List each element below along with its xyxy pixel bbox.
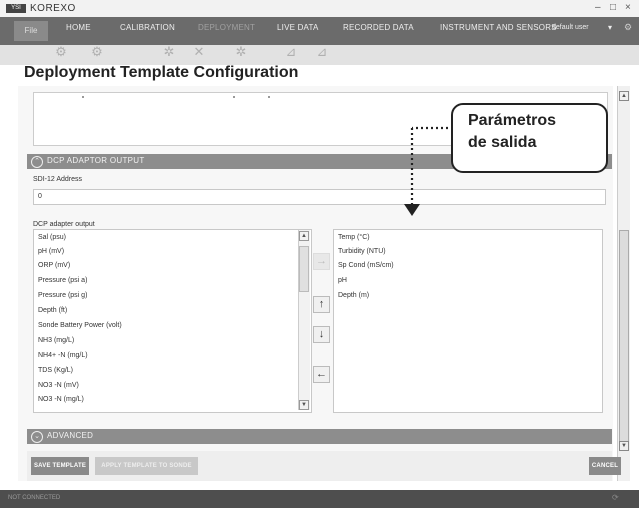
arrow-down-icon xyxy=(404,204,420,216)
callout-line-2: de salida xyxy=(468,134,537,151)
callout-connector xyxy=(404,126,448,216)
callout-text: Parámetros de salida xyxy=(468,110,556,154)
callout-line-1: Parámetros xyxy=(468,112,557,129)
